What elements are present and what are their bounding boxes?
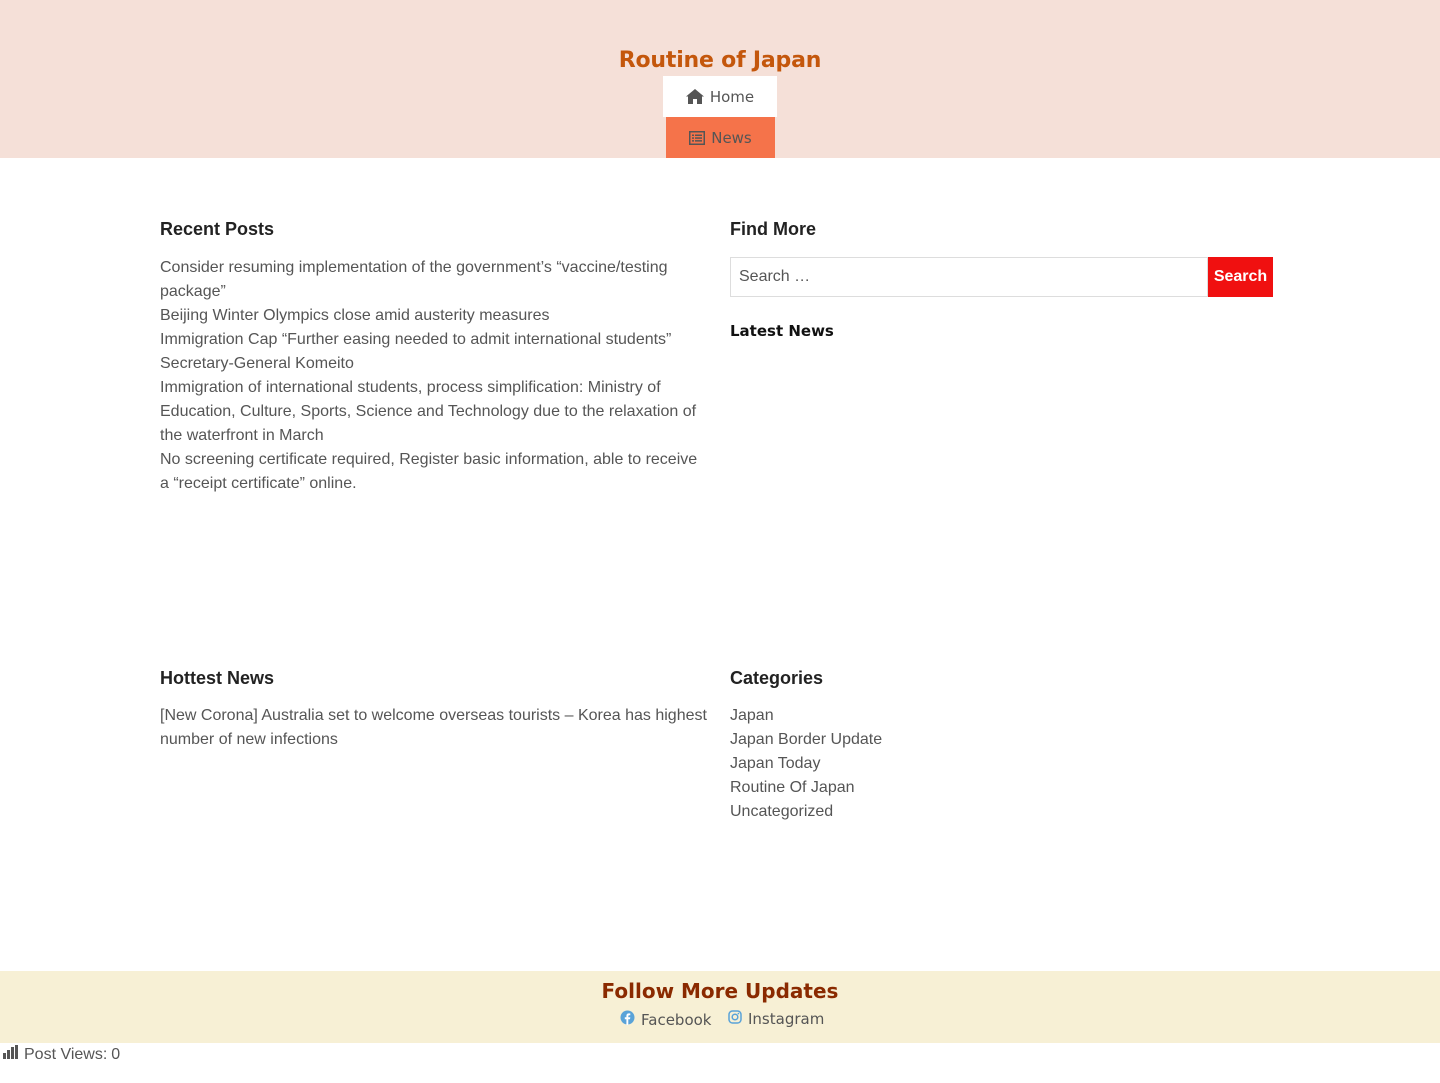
hottest-news-list: [New Corona] Australia set to welcome ov… — [160, 704, 715, 752]
categories-list: Japan Japan Border Update Japan Today Ro… — [730, 704, 1130, 824]
recent-post-link[interactable]: Immigration Cap “Further easing needed t… — [160, 328, 710, 376]
recent-post-link[interactable]: Consider resuming implementation of the … — [160, 256, 710, 304]
hottest-news-link[interactable]: [New Corona] Australia set to welcome ov… — [160, 704, 715, 752]
site-title[interactable]: Routine of Japan — [0, 48, 1440, 73]
category-link[interactable]: Routine Of Japan — [730, 776, 1130, 800]
recent-posts-title: Recent Posts — [160, 219, 275, 239]
categories-title: Categories — [730, 668, 824, 688]
facebook-icon — [620, 1010, 635, 1029]
instagram-label: Instagram — [748, 1010, 825, 1028]
footer-title: Follow More Updates — [601, 979, 839, 1003]
instagram-link[interactable]: Instagram — [728, 1010, 824, 1028]
instagram-icon — [728, 1010, 742, 1028]
hottest-news-title: Hottest News — [160, 668, 275, 688]
category-link[interactable]: Uncategorized — [730, 800, 1130, 824]
post-views: Post Views: 0 — [3, 1045, 120, 1064]
nav-item-news-label: News — [711, 128, 752, 147]
home-icon — [685, 89, 704, 104]
recent-post-link[interactable]: Beijing Winter Olympics close amid auste… — [160, 304, 710, 328]
category-link[interactable]: Japan Today — [730, 752, 1130, 776]
nav-item-news[interactable]: News — [666, 117, 775, 158]
category-link[interactable]: Japan Border Update — [730, 728, 1130, 752]
latest-news-title: Latest News — [730, 322, 834, 340]
facebook-link[interactable]: Facebook — [620, 1010, 711, 1029]
recent-post-link[interactable]: Immigration of international students, p… — [160, 376, 710, 448]
recent-post-link[interactable]: No screening certificate required, Regis… — [160, 448, 710, 496]
nav-item-home-label: Home — [709, 87, 755, 106]
nav-item-home[interactable]: Home — [663, 76, 777, 117]
facebook-label: Facebook — [641, 1010, 712, 1029]
news-list-icon — [689, 130, 706, 145]
bar-chart-icon — [3, 1045, 18, 1064]
post-views-label: Post Views: — [24, 1045, 108, 1063]
search-button[interactable]: Search — [1208, 257, 1273, 297]
search-input[interactable] — [730, 257, 1208, 297]
recent-posts-list: Consider resuming implementation of the … — [160, 256, 710, 496]
category-link[interactable]: Japan — [730, 704, 1130, 728]
find-more-title: Find More — [730, 219, 816, 239]
post-views-count: 0 — [111, 1045, 121, 1063]
